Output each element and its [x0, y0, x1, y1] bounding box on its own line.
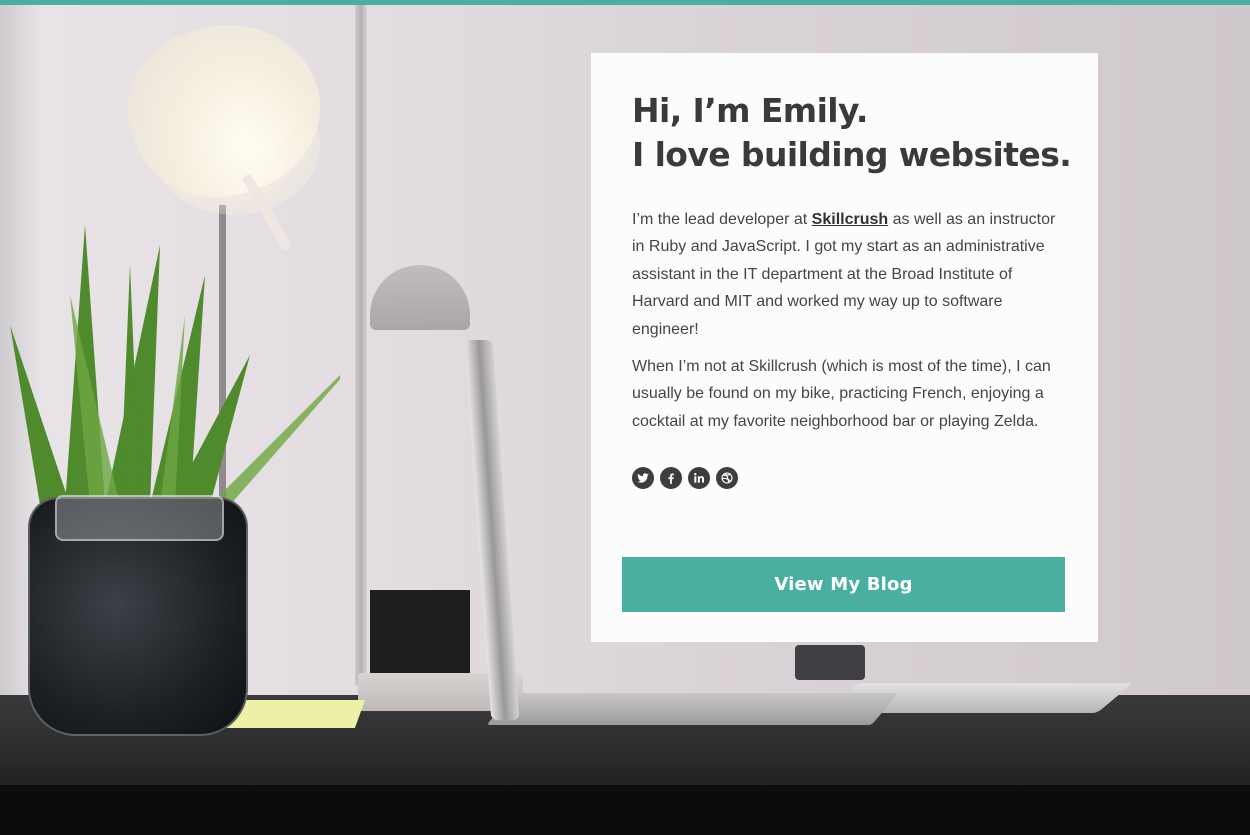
social-links — [632, 467, 1066, 490]
intro-card: Hi, I’m Emily. I love building websites.… — [591, 53, 1098, 642]
bio-paragraph-2: When I’m not at Skillcrush (which is mos… — [632, 358, 1051, 430]
top-accent-bar — [0, 0, 1250, 5]
background-lamp — [370, 265, 470, 330]
page-title: Hi, I’m Emily. I love building websites. — [632, 91, 1072, 174]
desk-lamp — [108, 5, 342, 221]
facebook-icon[interactable] — [660, 467, 682, 490]
view-blog-button[interactable]: View My Blog — [622, 557, 1065, 612]
bio-paragraph-1: I’m the lead developer at Skillcrush as … — [632, 211, 1056, 338]
dribbble-icon[interactable] — [716, 467, 738, 490]
twitter-icon[interactable] — [632, 467, 654, 490]
laptop — [486, 693, 899, 725]
plant — [10, 225, 340, 505]
skillcrush-link[interactable]: Skillcrush — [812, 211, 888, 228]
linkedin-icon[interactable] — [688, 467, 710, 490]
